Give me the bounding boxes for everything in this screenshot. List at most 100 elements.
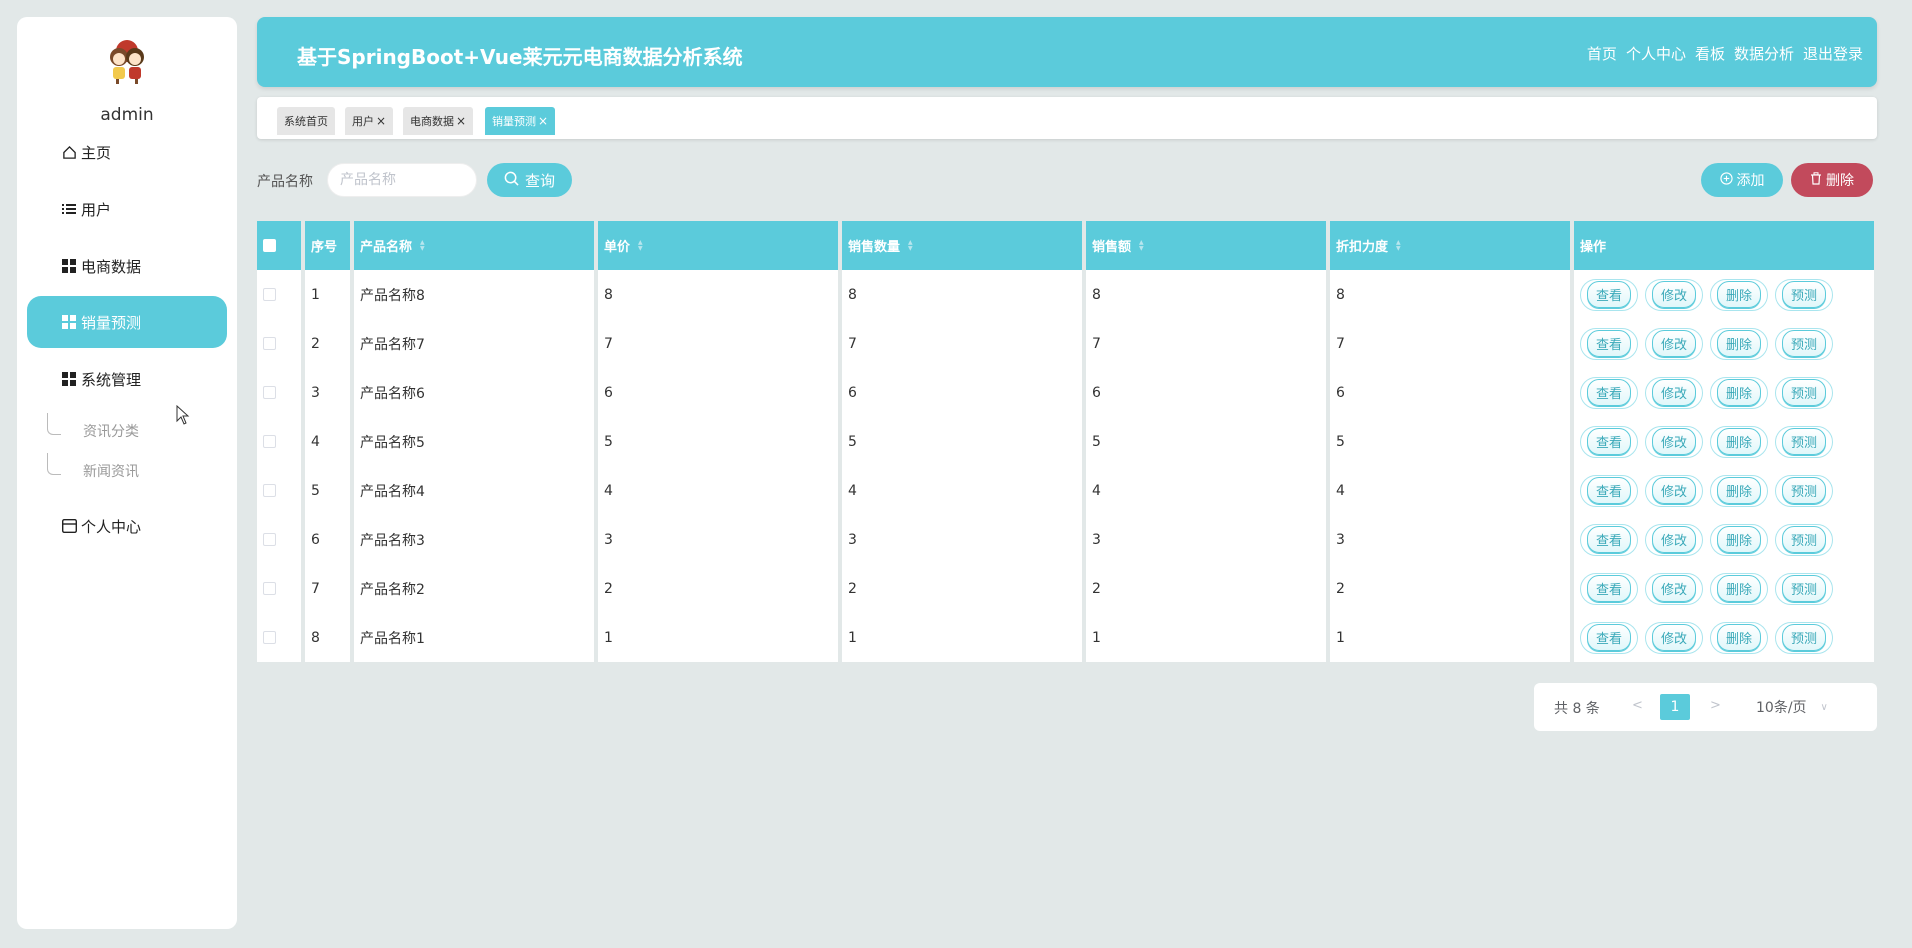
sort-icon[interactable]: ▲ ▼ [1396, 239, 1401, 252]
next-page-button[interactable]: > [1710, 698, 1721, 713]
delete-row-button[interactable]: 删除 [1710, 376, 1768, 409]
forecast-button[interactable]: 预测 [1775, 278, 1833, 311]
row-checkbox[interactable] [263, 288, 276, 301]
page-size-select[interactable]: 10条/页 ∨ [1756, 697, 1828, 717]
view-button[interactable]: 查看 [1580, 572, 1638, 605]
row-select-cell [257, 564, 305, 613]
nav-home[interactable]: 首页 [1587, 43, 1617, 64]
column-header-label: 序号 [311, 240, 338, 255]
delete-row-button[interactable]: 删除 [1710, 425, 1768, 458]
view-button[interactable]: 查看 [1580, 425, 1638, 458]
sidebar-item-sales-forecast[interactable]: 销量预测 [27, 296, 227, 348]
action-label: 修改 [1651, 428, 1696, 455]
edit-button[interactable]: 修改 [1645, 278, 1703, 311]
sort-icon[interactable]: ▲ ▼ [908, 239, 913, 252]
column-header-label: 产品名称 [360, 240, 413, 255]
delete-row-button[interactable]: 删除 [1710, 278, 1768, 311]
row-checkbox[interactable] [263, 337, 276, 350]
tab-sales-forecast[interactable]: 销量预测 × [485, 107, 556, 135]
edit-button[interactable]: 修改 [1645, 376, 1703, 409]
nav-data-analysis[interactable]: 数据分析 [1734, 43, 1794, 64]
sidebar-item-system-management[interactable]: 系统管理 [27, 353, 227, 405]
view-button[interactable]: 查看 [1580, 523, 1638, 556]
query-button[interactable]: 查询 [487, 163, 572, 197]
nav-logout[interactable]: 退出登录 [1803, 43, 1863, 64]
table-cell: 4 [842, 466, 1086, 515]
forecast-button[interactable]: 预测 [1775, 327, 1833, 360]
table-cell: 6 [842, 368, 1086, 417]
edit-button[interactable]: 修改 [1645, 572, 1703, 605]
edit-button[interactable]: 修改 [1645, 425, 1703, 458]
edit-button[interactable]: 修改 [1645, 474, 1703, 507]
view-button[interactable]: 查看 [1580, 327, 1638, 360]
row-checkbox[interactable] [263, 386, 276, 399]
delete-row-button[interactable]: 删除 [1710, 474, 1768, 507]
forecast-button[interactable]: 预测 [1775, 376, 1833, 409]
tab-ecommerce-data[interactable]: 电商数据 × [403, 107, 474, 135]
view-button[interactable]: 查看 [1580, 376, 1638, 409]
sidebar-subitem-news[interactable]: 新闻资讯 [47, 453, 139, 486]
actions-cell: 查看 修改 删除 预测 [1574, 417, 1874, 466]
select-all-checkbox[interactable] [263, 239, 276, 252]
view-button[interactable]: 查看 [1580, 621, 1638, 654]
close-icon[interactable]: × [456, 114, 466, 128]
sidebar-item-label: 主页 [81, 143, 112, 162]
prev-page-button[interactable]: < [1632, 698, 1643, 713]
row-checkbox[interactable] [263, 582, 276, 595]
row-checkbox[interactable] [263, 533, 276, 546]
actions-cell: 查看 修改 删除 预测 [1574, 515, 1874, 564]
table-cell: 5 [842, 417, 1086, 466]
delete-button[interactable]: 删除 [1791, 163, 1873, 197]
page-number-button[interactable]: 1 [1660, 694, 1690, 720]
edit-button[interactable]: 修改 [1645, 327, 1703, 360]
table-cell: 6 [598, 368, 842, 417]
forecast-button[interactable]: 预测 [1775, 425, 1833, 458]
avatar[interactable] [105, 37, 149, 85]
tab-users[interactable]: 用户 × [345, 107, 394, 135]
delete-row-button[interactable]: 删除 [1710, 327, 1768, 360]
nav-dashboard[interactable]: 看板 [1695, 43, 1725, 64]
forecast-button[interactable]: 预测 [1775, 474, 1833, 507]
search-icon [504, 171, 519, 190]
username: admin [100, 105, 154, 125]
view-button[interactable]: 查看 [1580, 474, 1638, 507]
delete-row-button[interactable]: 删除 [1710, 572, 1768, 605]
forecast-button[interactable]: 预测 [1775, 621, 1833, 654]
delete-row-button[interactable]: 删除 [1710, 621, 1768, 654]
row-select-cell [257, 270, 305, 319]
sort-icon[interactable]: ▲ ▼ [1139, 239, 1144, 252]
query-button-label: 查询 [524, 171, 555, 190]
sidebar-item-home[interactable]: 主页 [27, 126, 227, 178]
edit-button[interactable]: 修改 [1645, 523, 1703, 556]
delete-row-button[interactable]: 删除 [1710, 523, 1768, 556]
sidebar-item-profile[interactable]: 个人中心 [27, 500, 227, 552]
add-button[interactable]: 添加 [1701, 163, 1783, 197]
table-cell: 2 [305, 319, 354, 368]
row-checkbox[interactable] [263, 435, 276, 448]
tab-system-home[interactable]: 系统首页 [277, 107, 335, 135]
row-checkbox[interactable] [263, 484, 276, 497]
forecast-button[interactable]: 预测 [1775, 572, 1833, 605]
close-icon[interactable]: × [538, 114, 548, 128]
column-header[interactable]: 折扣力度 ▲ ▼ [1330, 221, 1574, 270]
table-row: 6 产品名称3 3 3 3 3 查看 修改 删除 预测 [257, 515, 1874, 564]
view-button[interactable]: 查看 [1580, 278, 1638, 311]
table-cell: 3 [598, 515, 842, 564]
edit-button[interactable]: 修改 [1645, 621, 1703, 654]
actions-cell: 查看 修改 删除 预测 [1574, 270, 1874, 319]
close-icon[interactable]: × [376, 114, 386, 128]
product-name-input[interactable] [327, 163, 477, 197]
trash-icon [1810, 171, 1822, 189]
sort-icon[interactable]: ▲ ▼ [420, 239, 425, 252]
column-header[interactable]: 销售额 ▲ ▼ [1086, 221, 1330, 270]
nav-profile[interactable]: 个人中心 [1626, 43, 1686, 64]
column-header[interactable]: 单价 ▲ ▼ [598, 221, 842, 270]
sidebar-item-ecommerce-data[interactable]: 电商数据 [27, 240, 227, 292]
forecast-button[interactable]: 预测 [1775, 523, 1833, 556]
sort-icon[interactable]: ▲ ▼ [638, 239, 643, 252]
row-checkbox[interactable] [263, 631, 276, 644]
column-header[interactable]: 销售数量 ▲ ▼ [842, 221, 1086, 270]
sidebar-subitem-info-category[interactable]: 资讯分类 [47, 413, 139, 446]
sidebar-item-users[interactable]: 用户 [27, 183, 227, 235]
column-header[interactable]: 产品名称 ▲ ▼ [354, 221, 598, 270]
